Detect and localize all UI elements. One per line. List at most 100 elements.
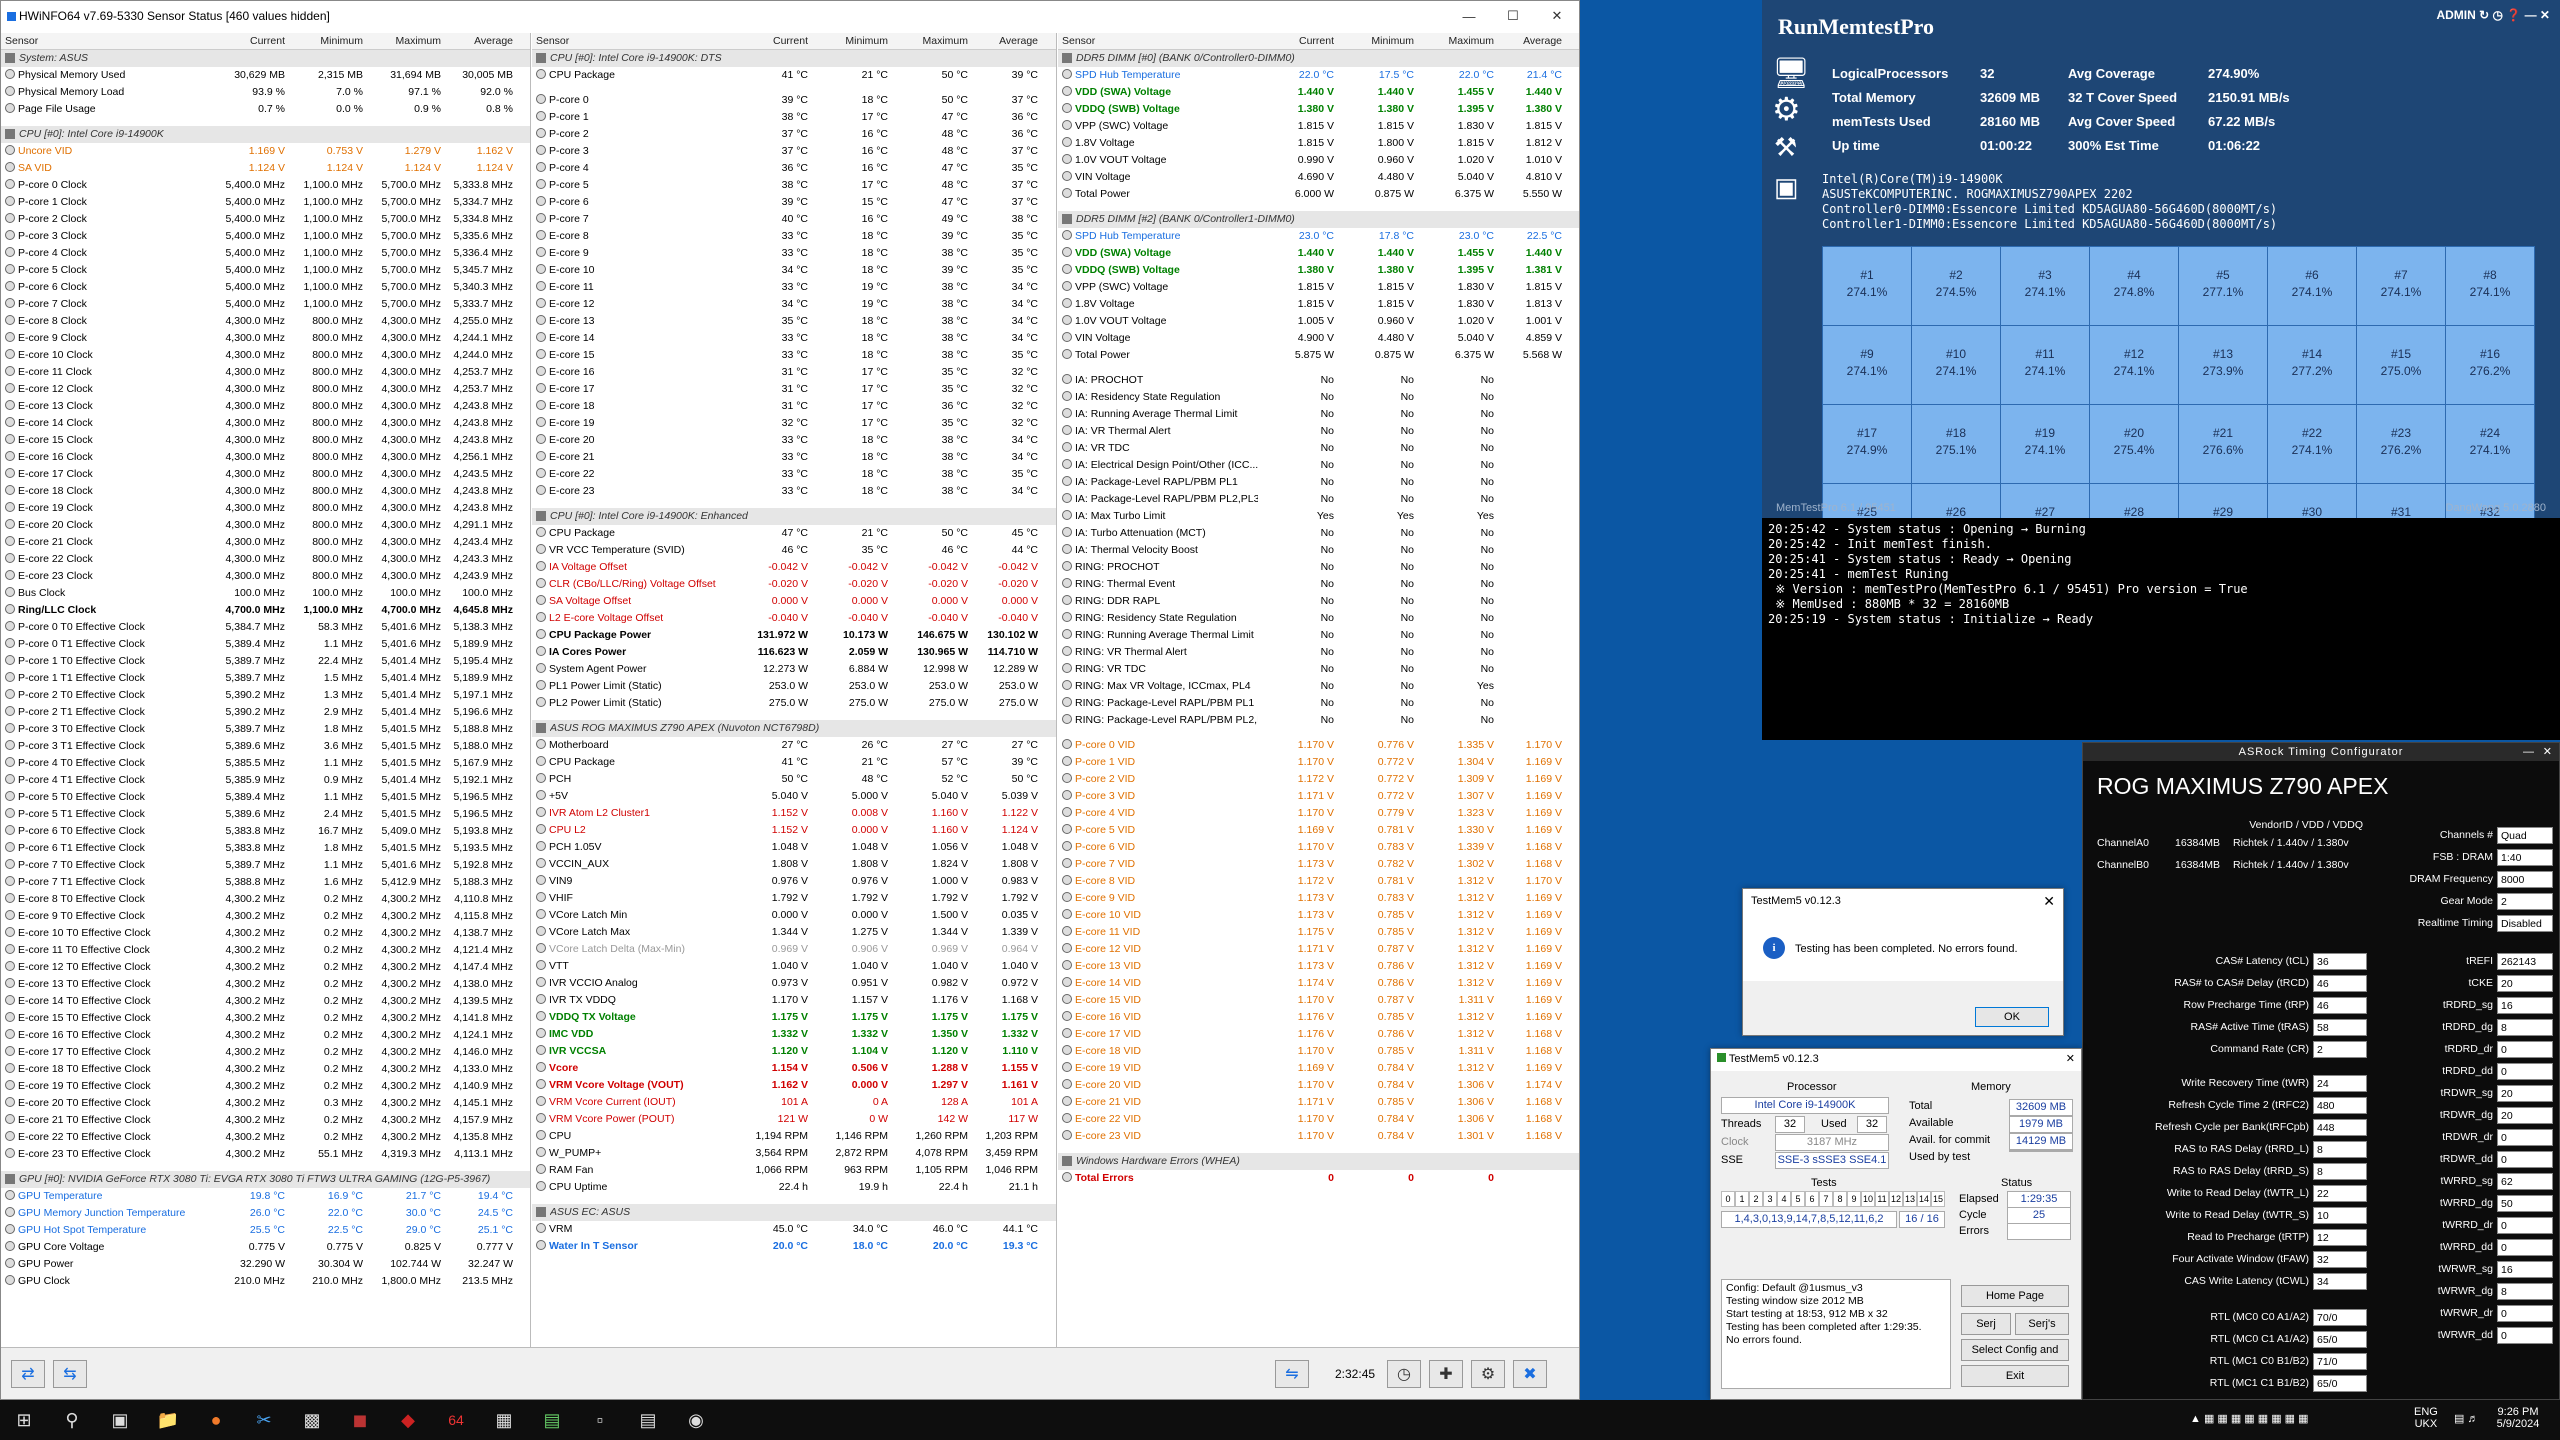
sensor-row[interactable]: P-core 7 T1 Effective Clock 5,388.8 MHz 1.… bbox=[1, 874, 530, 891]
sensor-row[interactable]: VTT 1.040 V 1.040 V 1.040 V 1.040 V bbox=[532, 958, 1056, 975]
sensor-group-header[interactable]: CPU [#0]: Intel Core i9-14900K: DTS bbox=[532, 50, 1056, 67]
select-config-and-exit-button[interactable]: Select Config and Exit bbox=[1961, 1339, 2069, 1376]
start-icon[interactable]: ⊞ bbox=[0, 1400, 48, 1440]
app-icon-2[interactable]: ◆ bbox=[384, 1400, 432, 1440]
sensor-row[interactable]: E-core 22 Clock 4,300.0 MHz 800.0 MHz 4,300… bbox=[1, 551, 530, 568]
sensor-row[interactable]: Water In T Sensor 20.0 °C 18.0 °C 20.0 °C 19… bbox=[532, 1238, 1056, 1255]
tm5-close-button[interactable]: ✕ bbox=[2066, 1052, 2075, 1065]
sensor-row[interactable]: P-core 6 39 °C 15 °C 47 °C 37 °C bbox=[532, 194, 1056, 211]
sensor-row[interactable]: Total Power 6.000 W 0.875 W 6.375 W 5.550 W bbox=[1058, 186, 1579, 203]
sensor-row[interactable]: E-core 13 T0 Effective Clock 4,300.2 MHz 0… bbox=[1, 976, 530, 993]
sensor-row[interactable]: E-core 15 VID 1.170 V 0.787 V 1.311 V 1.169 … bbox=[1058, 992, 1579, 1009]
sensor-row[interactable]: CPU Package Power 131.972 W 10.173 W 146.67… bbox=[532, 627, 1056, 644]
sensor-row[interactable]: P-core 7 Clock 5,400.0 MHz 1,100.0 MHz 5,70… bbox=[1, 296, 530, 313]
secondary-timing-value[interactable]: 8 bbox=[2313, 1163, 2367, 1180]
sensor-row[interactable]: RING: VR Thermal Alert No No No bbox=[1058, 644, 1579, 661]
sensor-row[interactable]: RING: Thermal Event No No No bbox=[1058, 576, 1579, 593]
sensor-row[interactable]: VRM 45.0 °C 34.0 °C 46.0 °C 44.1 °C bbox=[532, 1221, 1056, 1238]
primary-timing-value[interactable]: 36 bbox=[2313, 953, 2367, 970]
sensor-row[interactable]: P-core 2 37 °C 16 °C 48 °C 36 °C bbox=[532, 126, 1056, 143]
primary-timing-value[interactable]: 46 bbox=[2313, 975, 2367, 992]
tertiary-timing-value[interactable]: 0 bbox=[2497, 1151, 2553, 1168]
sensor-row[interactable]: E-core 18 VID 1.170 V 0.785 V 1.311 V 1.168 … bbox=[1058, 1043, 1579, 1060]
sensor-group-header[interactable]: ASUS EC: ASUS bbox=[532, 1204, 1056, 1221]
exit-button[interactable]: Exit bbox=[1961, 1365, 2069, 1387]
sensor-row[interactable]: Vcore 1.154 V 0.506 V 1.288 V 1.155 V bbox=[532, 1060, 1056, 1077]
sensor-row[interactable]: RING: DDR RAPL No No No bbox=[1058, 593, 1579, 610]
sensor-panel-2[interactable]: Sensor Current Minimum Maximum Average CPU [#… bbox=[532, 33, 1057, 1347]
sensor-row[interactable]: IA: VR Thermal Alert No No No bbox=[1058, 423, 1579, 440]
sensor-row[interactable]: E-core 12 VID 1.171 V 0.787 V 1.312 V 1.169 … bbox=[1058, 941, 1579, 958]
sensor-row[interactable]: 1.0V VOUT Voltage 1.005 V 0.960 V 1.020 V 1.… bbox=[1058, 313, 1579, 330]
sensor-row[interactable]: Bus Clock 100.0 MHz 100.0 MHz 100.0 MHz 100.… bbox=[1, 585, 530, 602]
column-minimum[interactable]: Minimum bbox=[289, 33, 367, 49]
sensor-row[interactable]: RING: Package-Level RAPL/PBM PL1 No No No bbox=[1058, 695, 1579, 712]
nav-right-icon[interactable]: ⇆ bbox=[53, 1360, 87, 1388]
sensor-row[interactable]: IA: Turbo Attenuation (MCT) No No No bbox=[1058, 525, 1579, 542]
tertiary-timing-value[interactable]: 16 bbox=[2497, 1261, 2553, 1278]
secondary-timing-value[interactable]: 10 bbox=[2313, 1207, 2367, 1224]
close-sensors-icon[interactable]: ✖ bbox=[1513, 1360, 1547, 1388]
rtl-value-value[interactable]: 65/0 bbox=[2313, 1375, 2367, 1392]
serj-button[interactable]: Serj bbox=[1961, 1313, 2011, 1335]
sensor-row[interactable]: P-core 5 T0 Effective Clock 5,389.4 MHz 1.… bbox=[1, 789, 530, 806]
sensor-row[interactable]: W_PUMP+ 3,564 RPM 2,872 RPM 4,078 RPM 3,459 … bbox=[532, 1145, 1056, 1162]
sensor-row[interactable]: P-core 6 VID 1.170 V 0.783 V 1.339 V 1.168 V bbox=[1058, 839, 1579, 856]
sensor-row[interactable]: E-core 21 VID 1.171 V 0.785 V 1.306 V 1.168 … bbox=[1058, 1094, 1579, 1111]
sensor-row[interactable]: GPU Core Voltage 0.775 V 0.775 V 0.825 V 0.7… bbox=[1, 1239, 530, 1256]
column-minimum[interactable]: Minimum bbox=[812, 33, 892, 49]
column-average[interactable]: Average bbox=[972, 33, 1042, 49]
app-icon-5[interactable]: ▤ bbox=[624, 1400, 672, 1440]
sensor-row[interactable]: P-core 4 36 °C 16 °C 47 °C 35 °C bbox=[532, 160, 1056, 177]
sensor-row[interactable]: IA: Thermal Velocity Boost No No No bbox=[1058, 542, 1579, 559]
column-sensor[interactable]: Sensor bbox=[1058, 33, 1258, 49]
sensor-row[interactable]: GPU Memory Junction Temperature 26.0 °C 22… bbox=[1, 1205, 530, 1222]
dram-setting-value[interactable]: 8000 bbox=[2497, 871, 2553, 888]
sensor-row[interactable]: E-core 13 Clock 4,300.0 MHz 800.0 MHz 4,300… bbox=[1, 398, 530, 415]
sensor-row[interactable]: L2 E-core Voltage Offset -0.040 V -0.040 V… bbox=[532, 610, 1056, 627]
sensor-group-header[interactable]: GPU [#0]: NVIDIA GeForce RTX 3080 Ti: EV… bbox=[1, 1171, 530, 1188]
network-icon[interactable]: ⇋ bbox=[1275, 1360, 1309, 1388]
nav-left-icon[interactable]: ⇄ bbox=[11, 1360, 45, 1388]
sensor-row[interactable]: Total Power 5.875 W 0.875 W 6.375 W 5.568 W bbox=[1058, 347, 1579, 364]
sensor-row[interactable]: E-core 16 Clock 4,300.0 MHz 800.0 MHz 4,300… bbox=[1, 449, 530, 466]
sensor-row[interactable]: IA: Running Average Thermal Limit No No No bbox=[1058, 406, 1579, 423]
sensor-row[interactable]: IVR TX VDDQ 1.170 V 1.157 V 1.176 V 1.168 V bbox=[532, 992, 1056, 1009]
sensor-group-header[interactable]: CPU [#0]: Intel Core i9-14900K bbox=[1, 126, 530, 143]
sensor-row[interactable]: E-core 10 Clock 4,300.0 MHz 800.0 MHz 4,300… bbox=[1, 347, 530, 364]
sensor-row[interactable]: E-core 20 VID 1.170 V 0.784 V 1.306 V 1.174 … bbox=[1058, 1077, 1579, 1094]
sensor-row[interactable]: VCore Latch Delta (Max-Min) 0.969 V 0.906 … bbox=[532, 941, 1056, 958]
sensor-row[interactable]: E-core 12 T0 Effective Clock 4,300.2 MHz 0… bbox=[1, 959, 530, 976]
sensor-row[interactable]: E-core 17 Clock 4,300.0 MHz 800.0 MHz 4,300… bbox=[1, 466, 530, 483]
explorer-icon[interactable]: 📁 bbox=[144, 1400, 192, 1440]
sensor-row[interactable]: RAM Fan 1,066 RPM 963 RPM 1,105 RPM 1,046 RP… bbox=[532, 1162, 1056, 1179]
sensor-group-header[interactable]: DDR5 DIMM [#0] (BANK 0/Controller0-DIMM0… bbox=[1058, 50, 1579, 67]
sensor-row[interactable]: E-core 10 34 °C 18 °C 39 °C 35 °C bbox=[532, 262, 1056, 279]
sensor-row[interactable]: E-core 14 33 °C 18 °C 38 °C 34 °C bbox=[532, 330, 1056, 347]
sensor-row[interactable]: Physical Memory Used 30,629 MB 2,315 MB 31,… bbox=[1, 67, 530, 84]
sensor-row[interactable]: E-core 8 VID 1.172 V 0.781 V 1.312 V 1.170 V bbox=[1058, 873, 1579, 890]
sensor-row[interactable]: Motherboard 27 °C 26 °C 27 °C 27 °C bbox=[532, 737, 1056, 754]
sensor-row[interactable]: P-core 3 VID 1.171 V 0.772 V 1.307 V 1.169 V bbox=[1058, 788, 1579, 805]
sensor-panel-1[interactable]: Sensor Current Minimum Maximum Average System… bbox=[1, 33, 531, 1347]
sensor-row[interactable]: P-core 2 T1 Effective Clock 5,390.2 MHz 2.… bbox=[1, 704, 530, 721]
ok-button[interactable]: OK bbox=[1975, 1007, 2049, 1027]
sensor-row[interactable]: VIN9 0.976 V 0.976 V 1.000 V 0.983 V bbox=[532, 873, 1056, 890]
sensor-row[interactable]: P-core 4 Clock 5,400.0 MHz 1,100.0 MHz 5,70… bbox=[1, 245, 530, 262]
sensor-row[interactable]: IA: Residency State Regulation No No No bbox=[1058, 389, 1579, 406]
sensor-row[interactable]: E-core 18 31 °C 17 °C 36 °C 32 °C bbox=[532, 398, 1056, 415]
sensor-row[interactable]: E-core 23 Clock 4,300.0 MHz 800.0 MHz 4,300… bbox=[1, 568, 530, 585]
sensor-row[interactable]: E-core 21 Clock 4,300.0 MHz 800.0 MHz 4,300… bbox=[1, 534, 530, 551]
sensor-row[interactable]: P-core 3 Clock 5,400.0 MHz 1,100.0 MHz 5,70… bbox=[1, 228, 530, 245]
sensor-row[interactable]: CLR (CBo/LLC/Ring) Voltage Offset -0.020 … bbox=[532, 576, 1056, 593]
tertiary-timing-value[interactable]: 262143 bbox=[2497, 953, 2553, 970]
sensor-row[interactable]: E-core 21 T0 Effective Clock 4,300.2 MHz 0… bbox=[1, 1112, 530, 1129]
secondary-timing-value[interactable]: 32 bbox=[2313, 1251, 2367, 1268]
sensor-row[interactable]: E-core 22 T0 Effective Clock 4,300.2 MHz 0… bbox=[1, 1129, 530, 1146]
sensor-row[interactable]: E-core 11 Clock 4,300.0 MHz 800.0 MHz 4,300… bbox=[1, 364, 530, 381]
sensor-row[interactable]: E-core 13 VID 1.173 V 0.786 V 1.312 V 1.169 … bbox=[1058, 958, 1579, 975]
sensor-row[interactable]: IA: Electrical Design Point/Other (ICC..… bbox=[1058, 457, 1579, 474]
sensor-row[interactable]: P-core 1 Clock 5,400.0 MHz 1,100.0 MHz 5,70… bbox=[1, 194, 530, 211]
sensor-row[interactable]: E-core 23 33 °C 18 °C 38 °C 34 °C bbox=[532, 483, 1056, 500]
sensor-row[interactable]: GPU Temperature 19.8 °C 16.9 °C 21.7 °C 19.4… bbox=[1, 1188, 530, 1205]
